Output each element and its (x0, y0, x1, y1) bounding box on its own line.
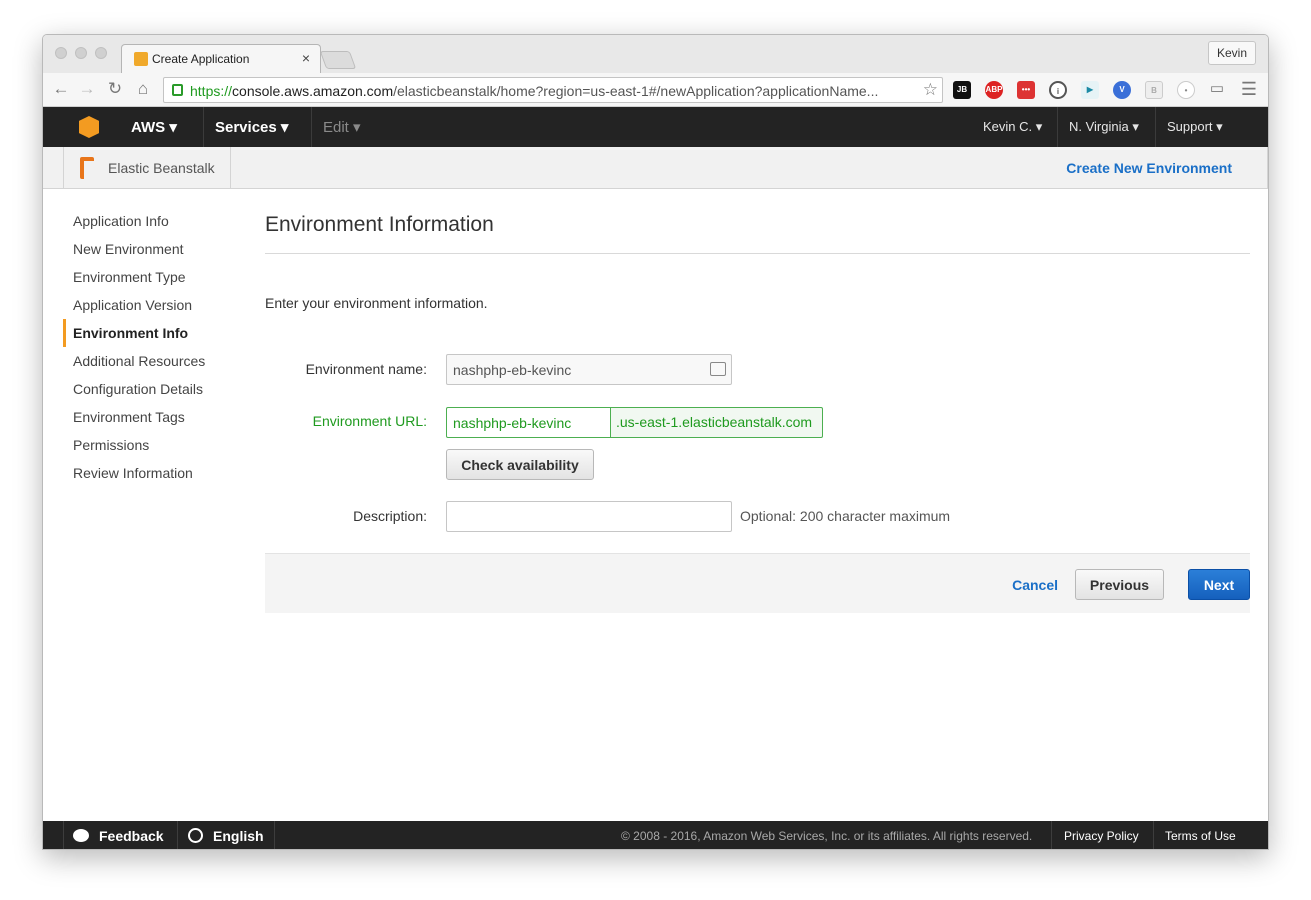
footer-divider (1153, 821, 1154, 849)
elastic-beanstalk-icon (80, 157, 94, 179)
vimeo-extension-icon[interactable]: V (1113, 81, 1131, 99)
service-home-link[interactable]: Elastic Beanstalk (63, 147, 231, 189)
footer-divider (1051, 821, 1052, 849)
copyright-text: © 2008 - 2016, Amazon Web Services, Inc.… (621, 829, 1033, 843)
tab-close-icon[interactable]: × (302, 50, 310, 66)
aws-footer: Feedback English © 2008 - 2016, Amazon W… (43, 821, 1268, 849)
aws-cube-icon[interactable] (79, 116, 99, 138)
environment-url-input[interactable] (446, 407, 611, 438)
forward-arrow-icon[interactable]: → (77, 79, 97, 99)
tab-title: Create Application (152, 52, 250, 66)
minimize-window-button[interactable] (75, 47, 87, 59)
bookmark-star-icon[interactable]: ☆ (923, 80, 938, 100)
sidebar-item-application-version[interactable]: Application Version (63, 291, 243, 319)
next-button[interactable]: Next (1188, 569, 1250, 600)
profile-button[interactable]: Kevin (1207, 41, 1256, 65)
services-menu[interactable]: Services ▾ (215, 118, 288, 136)
nav-divider (1155, 107, 1156, 147)
language-selector[interactable]: English (213, 828, 264, 844)
service-name: Elastic Beanstalk (108, 160, 215, 176)
menu-hamburger-icon[interactable]: ☰ (1239, 79, 1259, 99)
sidebar-item-review-information[interactable]: Review Information (63, 459, 243, 487)
environment-name-input[interactable] (446, 354, 732, 385)
support-menu[interactable]: Support ▾ (1167, 119, 1223, 135)
reload-icon[interactable]: ↻ (105, 79, 125, 99)
wizard-steps-sidebar: Application Info New Environment Environ… (63, 207, 243, 487)
service-bar: Elastic Beanstalk Create New Environment (43, 147, 1268, 189)
contact-card-icon (710, 362, 726, 376)
lastpass-extension-icon[interactable]: ••• (1017, 81, 1035, 99)
sidebar-item-environment-tags[interactable]: Environment Tags (63, 403, 243, 431)
footer-divider (274, 821, 275, 849)
nav-divider (1057, 107, 1058, 147)
sidebar-item-application-info[interactable]: Application Info (63, 207, 243, 235)
globe-icon (188, 828, 203, 843)
main-content: Environment Information Enter your envir… (265, 213, 1250, 613)
check-availability-button[interactable]: Check availability (446, 449, 594, 480)
aws-box-icon (134, 52, 148, 66)
back-arrow-icon[interactable]: ← (51, 79, 71, 99)
b-extension-icon[interactable]: B (1145, 81, 1163, 99)
nav-divider (311, 107, 312, 147)
tab-strip: Create Application × Kevin (43, 35, 1268, 74)
environment-url-label: Environment URL: (312, 413, 427, 429)
nav-divider (203, 107, 204, 147)
description-input[interactable] (446, 501, 732, 532)
user-menu[interactable]: Kevin C. ▾ (983, 119, 1042, 135)
maximize-window-button[interactable] (95, 47, 107, 59)
circle-extension-icon[interactable]: • (1177, 81, 1195, 99)
play-extension-icon[interactable]: ▶ (1081, 81, 1099, 99)
sidebar-item-additional-resources[interactable]: Additional Resources (63, 347, 243, 375)
address-bar[interactable]: https://console.aws.amazon.com/elasticbe… (163, 77, 943, 103)
chevron-down-icon: ▾ (353, 119, 361, 136)
terms-of-use-link[interactable]: Terms of Use (1165, 829, 1236, 843)
privacy-policy-link[interactable]: Privacy Policy (1064, 829, 1139, 843)
chevron-down-icon: ▾ (169, 119, 177, 136)
environment-url-suffix: .us-east-1.elasticbeanstalk.com (610, 407, 823, 438)
browser-toolbar: ← → ↻ ⌂ https://console.aws.amazon.com/e… (43, 73, 1268, 107)
browser-window: Create Application × Kevin ← → ↻ ⌂ https… (42, 34, 1269, 850)
previous-button[interactable]: Previous (1075, 569, 1164, 600)
intro-text: Enter your environment information. (265, 295, 488, 311)
aws-nav-bar: AWS ▾ Services ▾ Edit ▾ Kevin C. ▾ N. Vi… (43, 107, 1268, 147)
create-new-environment-link[interactable]: Create New Environment (1066, 160, 1232, 176)
sidebar-item-permissions[interactable]: Permissions (63, 431, 243, 459)
sidebar-item-new-environment[interactable]: New Environment (63, 235, 243, 263)
description-hint: Optional: 200 character maximum (740, 508, 951, 524)
edit-menu[interactable]: Edit ▾ (323, 118, 361, 136)
footer-divider (63, 821, 64, 849)
description-label: Description: (353, 508, 427, 524)
chevron-down-icon: ▾ (280, 119, 289, 136)
lock-icon (172, 84, 183, 96)
sidebar-item-configuration-details[interactable]: Configuration Details (63, 375, 243, 403)
close-window-button[interactable] (55, 47, 67, 59)
sidebar-item-environment-info[interactable]: Environment Info (63, 319, 243, 347)
onepassword-extension-icon[interactable]: i (1049, 81, 1067, 99)
cancel-link[interactable]: Cancel (1012, 577, 1058, 593)
aws-menu[interactable]: AWS ▾ (131, 118, 177, 136)
browser-tab[interactable]: Create Application × (121, 44, 321, 74)
home-icon[interactable]: ⌂ (133, 79, 153, 99)
new-tab-button[interactable] (319, 51, 357, 69)
jetbrains-extension-icon[interactable]: JB (953, 81, 971, 99)
adblock-extension-icon[interactable]: ABP (985, 81, 1003, 99)
speech-bubble-icon (73, 829, 89, 842)
sidebar-item-environment-type[interactable]: Environment Type (63, 263, 243, 291)
wizard-action-bar: Cancel Previous Next (265, 553, 1250, 613)
url-text: https://console.aws.amazon.com/elasticbe… (190, 83, 879, 99)
cast-icon[interactable]: ▭ (1207, 79, 1227, 99)
region-menu[interactable]: N. Virginia ▾ (1069, 119, 1139, 135)
page-title: Environment Information (265, 213, 1250, 254)
footer-divider (177, 821, 178, 849)
service-bar-divider (1267, 147, 1268, 189)
feedback-link[interactable]: Feedback (99, 828, 164, 844)
environment-name-label: Environment name: (305, 361, 427, 377)
